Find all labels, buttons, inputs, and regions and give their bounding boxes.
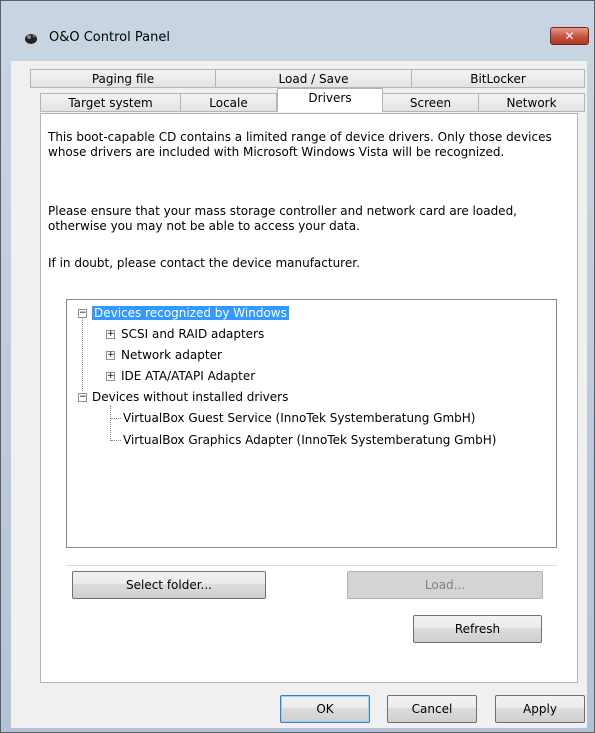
device-tree[interactable]: − Devices recognized by Windows + SCSI a… bbox=[66, 299, 557, 548]
tree-node-devices-recognized[interactable]: Devices recognized by Windows bbox=[92, 305, 289, 322]
tree-node-network-adapter[interactable]: Network adapter bbox=[121, 347, 222, 364]
collapse-icon[interactable]: − bbox=[78, 393, 87, 402]
load-button[interactable]: Load... bbox=[347, 571, 543, 599]
refresh-button[interactable]: Refresh bbox=[413, 615, 542, 643]
close-button[interactable]: ✕ bbox=[550, 27, 589, 45]
instruction-text: Please ensure that your mass storage con… bbox=[48, 204, 517, 233]
tab-drivers[interactable]: Drivers bbox=[277, 88, 383, 112]
tab-screen[interactable]: Screen bbox=[382, 93, 479, 112]
tab-network[interactable]: Network bbox=[478, 93, 585, 112]
button-label: OK bbox=[316, 702, 334, 716]
tree-node-label: VirtualBox Guest Service (InnoTek System… bbox=[123, 411, 476, 425]
cancel-button[interactable]: Cancel bbox=[387, 695, 477, 723]
tree-node-vbox-graphics-adapter[interactable]: VirtualBox Graphics Adapter (InnoTek Sys… bbox=[123, 432, 496, 449]
expand-icon[interactable]: + bbox=[106, 330, 115, 339]
tab-load-save[interactable]: Load / Save bbox=[215, 69, 412, 88]
window-title: O&O Control Panel bbox=[49, 30, 170, 45]
tab-label: BitLocker bbox=[470, 72, 526, 86]
help-text: If in doubt, please contact the device m… bbox=[48, 256, 360, 270]
tree-node-vbox-guest-service[interactable]: VirtualBox Guest Service (InnoTek System… bbox=[123, 410, 475, 427]
tree-node-ide-ata[interactable]: IDE ATA/ATAPI Adapter bbox=[121, 368, 255, 385]
expand-icon[interactable]: + bbox=[106, 351, 115, 360]
tab-locale[interactable]: Locale bbox=[180, 93, 277, 112]
tab-paging-file[interactable]: Paging file bbox=[30, 69, 216, 88]
button-label: Apply bbox=[523, 702, 557, 716]
tab-label: Paging file bbox=[91, 72, 155, 86]
tree-node-label: Network adapter bbox=[121, 348, 222, 362]
title-bar[interactable]: O&O Control Panel ✕ bbox=[1, 1, 594, 45]
tree-node-scsi-raid[interactable]: SCSI and RAID adapters bbox=[121, 326, 264, 343]
button-group-divider bbox=[66, 565, 557, 568]
tree-node-label: Devices without installed drivers bbox=[92, 390, 289, 404]
intro-text: This boot-capable CD contains a limited … bbox=[48, 130, 552, 159]
tab-label: Target system bbox=[68, 96, 153, 110]
apply-button[interactable]: Apply bbox=[495, 695, 585, 723]
button-label: Select folder... bbox=[125, 578, 212, 592]
tree-node-label: IDE ATA/ATAPI Adapter bbox=[121, 369, 256, 383]
tab-label: Network bbox=[506, 96, 557, 110]
tree-connector bbox=[111, 418, 121, 419]
control-panel-window: O&O Control Panel ✕ Paging file Load / S… bbox=[0, 0, 595, 733]
tree-node-label: Devices recognized by Windows bbox=[92, 306, 289, 320]
close-icon: ✕ bbox=[564, 29, 575, 43]
tab-label: Drivers bbox=[308, 91, 352, 105]
select-folder-button[interactable]: Select folder... bbox=[72, 571, 266, 599]
app-icon bbox=[25, 34, 37, 44]
tree-node-label: SCSI and RAID adapters bbox=[121, 327, 265, 341]
tab-label: Locale bbox=[209, 96, 248, 110]
collapse-icon[interactable]: − bbox=[78, 309, 87, 318]
tree-connector bbox=[82, 317, 83, 391]
tab-target-system[interactable]: Target system bbox=[40, 93, 181, 112]
tree-node-devices-without-drivers[interactable]: Devices without installed drivers bbox=[92, 389, 288, 406]
tree-connector bbox=[111, 440, 121, 441]
expand-icon[interactable]: + bbox=[106, 372, 115, 381]
ok-button[interactable]: OK bbox=[280, 695, 370, 723]
tab-label: Screen bbox=[409, 96, 452, 110]
tab-bitlocker[interactable]: BitLocker bbox=[411, 69, 585, 88]
button-label: Refresh bbox=[454, 622, 501, 636]
tree-node-label: VirtualBox Graphics Adapter (InnoTek Sys… bbox=[123, 433, 497, 447]
tab-label: Load / Save bbox=[278, 72, 349, 86]
tree-connector bbox=[110, 405, 111, 441]
button-label: Cancel bbox=[411, 702, 453, 716]
button-label: Load... bbox=[424, 578, 466, 592]
